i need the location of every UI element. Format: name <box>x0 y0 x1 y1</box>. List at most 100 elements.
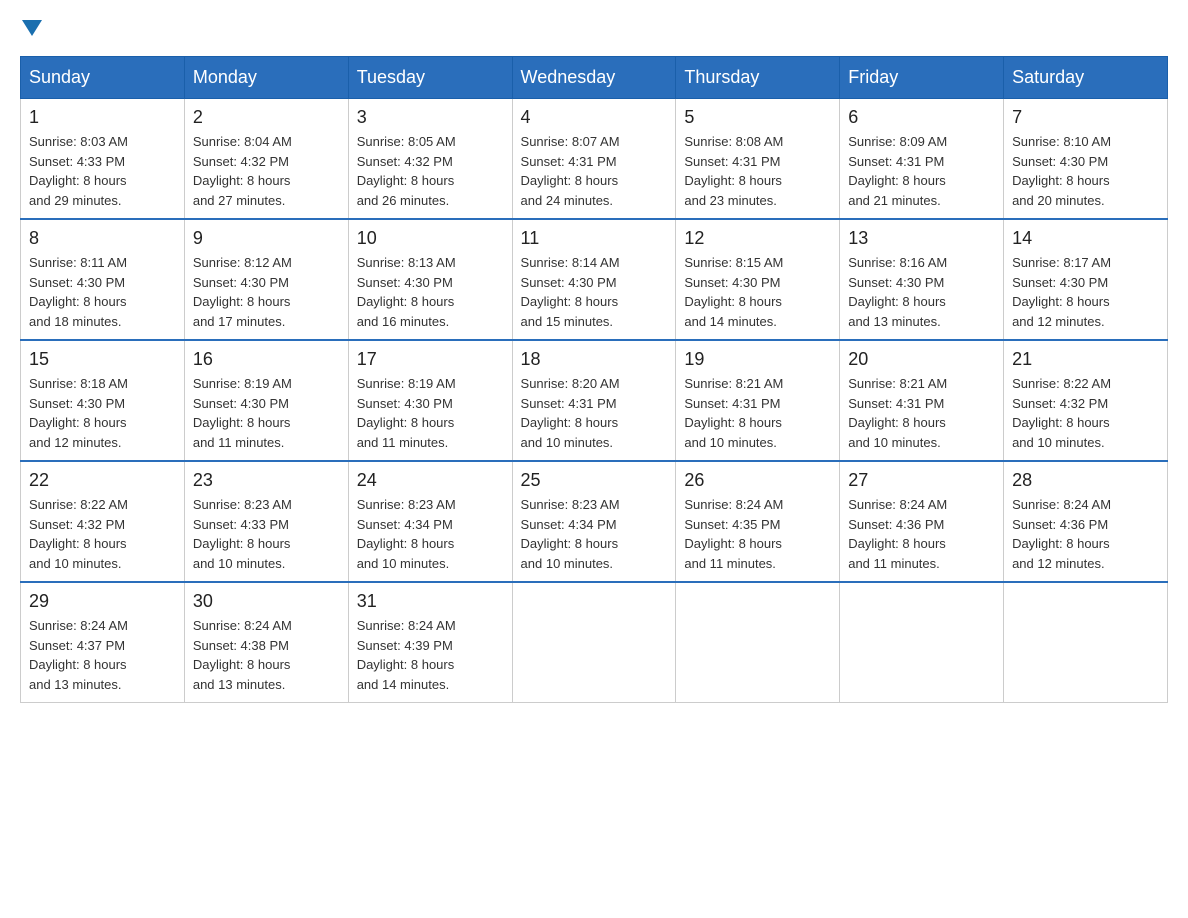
calendar-header-saturday: Saturday <box>1004 57 1168 99</box>
day-number: 28 <box>1012 470 1159 491</box>
calendar-week-row: 22 Sunrise: 8:22 AM Sunset: 4:32 PM Dayl… <box>21 461 1168 582</box>
calendar-cell: 14 Sunrise: 8:17 AM Sunset: 4:30 PM Dayl… <box>1004 219 1168 340</box>
day-number: 3 <box>357 107 504 128</box>
calendar-cell: 20 Sunrise: 8:21 AM Sunset: 4:31 PM Dayl… <box>840 340 1004 461</box>
day-info: Sunrise: 8:21 AM Sunset: 4:31 PM Dayligh… <box>848 374 995 452</box>
calendar-cell <box>676 582 840 703</box>
day-number: 11 <box>521 228 668 249</box>
day-number: 5 <box>684 107 831 128</box>
day-number: 17 <box>357 349 504 370</box>
day-number: 20 <box>848 349 995 370</box>
calendar-cell: 17 Sunrise: 8:19 AM Sunset: 4:30 PM Dayl… <box>348 340 512 461</box>
calendar-cell: 2 Sunrise: 8:04 AM Sunset: 4:32 PM Dayli… <box>184 99 348 220</box>
calendar-cell: 6 Sunrise: 8:09 AM Sunset: 4:31 PM Dayli… <box>840 99 1004 220</box>
day-info: Sunrise: 8:19 AM Sunset: 4:30 PM Dayligh… <box>357 374 504 452</box>
calendar-cell: 11 Sunrise: 8:14 AM Sunset: 4:30 PM Dayl… <box>512 219 676 340</box>
day-info: Sunrise: 8:11 AM Sunset: 4:30 PM Dayligh… <box>29 253 176 331</box>
day-number: 24 <box>357 470 504 491</box>
day-number: 10 <box>357 228 504 249</box>
day-info: Sunrise: 8:07 AM Sunset: 4:31 PM Dayligh… <box>521 132 668 210</box>
day-info: Sunrise: 8:24 AM Sunset: 4:35 PM Dayligh… <box>684 495 831 573</box>
day-info: Sunrise: 8:15 AM Sunset: 4:30 PM Dayligh… <box>684 253 831 331</box>
day-info: Sunrise: 8:03 AM Sunset: 4:33 PM Dayligh… <box>29 132 176 210</box>
logo <box>20 20 42 36</box>
day-info: Sunrise: 8:16 AM Sunset: 4:30 PM Dayligh… <box>848 253 995 331</box>
calendar-cell: 28 Sunrise: 8:24 AM Sunset: 4:36 PM Dayl… <box>1004 461 1168 582</box>
day-number: 12 <box>684 228 831 249</box>
day-number: 15 <box>29 349 176 370</box>
day-info: Sunrise: 8:13 AM Sunset: 4:30 PM Dayligh… <box>357 253 504 331</box>
calendar-cell: 22 Sunrise: 8:22 AM Sunset: 4:32 PM Dayl… <box>21 461 185 582</box>
day-number: 4 <box>521 107 668 128</box>
calendar-week-row: 15 Sunrise: 8:18 AM Sunset: 4:30 PM Dayl… <box>21 340 1168 461</box>
calendar-week-row: 1 Sunrise: 8:03 AM Sunset: 4:33 PM Dayli… <box>21 99 1168 220</box>
day-number: 1 <box>29 107 176 128</box>
day-number: 13 <box>848 228 995 249</box>
calendar-cell: 15 Sunrise: 8:18 AM Sunset: 4:30 PM Dayl… <box>21 340 185 461</box>
day-number: 6 <box>848 107 995 128</box>
day-number: 8 <box>29 228 176 249</box>
day-info: Sunrise: 8:24 AM Sunset: 4:36 PM Dayligh… <box>1012 495 1159 573</box>
day-number: 14 <box>1012 228 1159 249</box>
day-info: Sunrise: 8:21 AM Sunset: 4:31 PM Dayligh… <box>684 374 831 452</box>
day-number: 23 <box>193 470 340 491</box>
calendar-cell: 16 Sunrise: 8:19 AM Sunset: 4:30 PM Dayl… <box>184 340 348 461</box>
day-number: 27 <box>848 470 995 491</box>
day-info: Sunrise: 8:14 AM Sunset: 4:30 PM Dayligh… <box>521 253 668 331</box>
day-number: 16 <box>193 349 340 370</box>
day-info: Sunrise: 8:24 AM Sunset: 4:39 PM Dayligh… <box>357 616 504 694</box>
day-info: Sunrise: 8:23 AM Sunset: 4:34 PM Dayligh… <box>521 495 668 573</box>
day-info: Sunrise: 8:23 AM Sunset: 4:33 PM Dayligh… <box>193 495 340 573</box>
day-number: 30 <box>193 591 340 612</box>
day-number: 31 <box>357 591 504 612</box>
calendar-cell: 12 Sunrise: 8:15 AM Sunset: 4:30 PM Dayl… <box>676 219 840 340</box>
day-info: Sunrise: 8:18 AM Sunset: 4:30 PM Dayligh… <box>29 374 176 452</box>
calendar-cell: 7 Sunrise: 8:10 AM Sunset: 4:30 PM Dayli… <box>1004 99 1168 220</box>
calendar-header-tuesday: Tuesday <box>348 57 512 99</box>
calendar-header-sunday: Sunday <box>21 57 185 99</box>
day-number: 7 <box>1012 107 1159 128</box>
day-info: Sunrise: 8:08 AM Sunset: 4:31 PM Dayligh… <box>684 132 831 210</box>
calendar-cell: 13 Sunrise: 8:16 AM Sunset: 4:30 PM Dayl… <box>840 219 1004 340</box>
day-info: Sunrise: 8:23 AM Sunset: 4:34 PM Dayligh… <box>357 495 504 573</box>
calendar-cell: 19 Sunrise: 8:21 AM Sunset: 4:31 PM Dayl… <box>676 340 840 461</box>
calendar-cell: 8 Sunrise: 8:11 AM Sunset: 4:30 PM Dayli… <box>21 219 185 340</box>
calendar-cell <box>1004 582 1168 703</box>
calendar-header-thursday: Thursday <box>676 57 840 99</box>
calendar-cell: 4 Sunrise: 8:07 AM Sunset: 4:31 PM Dayli… <box>512 99 676 220</box>
day-info: Sunrise: 8:10 AM Sunset: 4:30 PM Dayligh… <box>1012 132 1159 210</box>
day-info: Sunrise: 8:12 AM Sunset: 4:30 PM Dayligh… <box>193 253 340 331</box>
day-info: Sunrise: 8:20 AM Sunset: 4:31 PM Dayligh… <box>521 374 668 452</box>
day-info: Sunrise: 8:24 AM Sunset: 4:38 PM Dayligh… <box>193 616 340 694</box>
day-info: Sunrise: 8:19 AM Sunset: 4:30 PM Dayligh… <box>193 374 340 452</box>
calendar-week-row: 8 Sunrise: 8:11 AM Sunset: 4:30 PM Dayli… <box>21 219 1168 340</box>
calendar-cell: 5 Sunrise: 8:08 AM Sunset: 4:31 PM Dayli… <box>676 99 840 220</box>
calendar-cell: 3 Sunrise: 8:05 AM Sunset: 4:32 PM Dayli… <box>348 99 512 220</box>
calendar-cell: 27 Sunrise: 8:24 AM Sunset: 4:36 PM Dayl… <box>840 461 1004 582</box>
calendar-week-row: 29 Sunrise: 8:24 AM Sunset: 4:37 PM Dayl… <box>21 582 1168 703</box>
calendar-cell: 31 Sunrise: 8:24 AM Sunset: 4:39 PM Dayl… <box>348 582 512 703</box>
day-info: Sunrise: 8:17 AM Sunset: 4:30 PM Dayligh… <box>1012 253 1159 331</box>
day-info: Sunrise: 8:22 AM Sunset: 4:32 PM Dayligh… <box>29 495 176 573</box>
calendar-header-wednesday: Wednesday <box>512 57 676 99</box>
calendar-cell: 25 Sunrise: 8:23 AM Sunset: 4:34 PM Dayl… <box>512 461 676 582</box>
calendar-cell: 1 Sunrise: 8:03 AM Sunset: 4:33 PM Dayli… <box>21 99 185 220</box>
calendar-cell: 26 Sunrise: 8:24 AM Sunset: 4:35 PM Dayl… <box>676 461 840 582</box>
calendar-cell <box>840 582 1004 703</box>
day-info: Sunrise: 8:09 AM Sunset: 4:31 PM Dayligh… <box>848 132 995 210</box>
day-number: 9 <box>193 228 340 249</box>
day-number: 2 <box>193 107 340 128</box>
day-number: 18 <box>521 349 668 370</box>
day-number: 26 <box>684 470 831 491</box>
calendar-cell: 9 Sunrise: 8:12 AM Sunset: 4:30 PM Dayli… <box>184 219 348 340</box>
calendar-cell: 29 Sunrise: 8:24 AM Sunset: 4:37 PM Dayl… <box>21 582 185 703</box>
logo-triangle-icon <box>22 20 42 36</box>
day-number: 29 <box>29 591 176 612</box>
day-number: 21 <box>1012 349 1159 370</box>
day-info: Sunrise: 8:24 AM Sunset: 4:37 PM Dayligh… <box>29 616 176 694</box>
calendar-table: SundayMondayTuesdayWednesdayThursdayFrid… <box>20 56 1168 703</box>
day-info: Sunrise: 8:24 AM Sunset: 4:36 PM Dayligh… <box>848 495 995 573</box>
calendar-cell: 21 Sunrise: 8:22 AM Sunset: 4:32 PM Dayl… <box>1004 340 1168 461</box>
calendar-header-friday: Friday <box>840 57 1004 99</box>
calendar-cell: 10 Sunrise: 8:13 AM Sunset: 4:30 PM Dayl… <box>348 219 512 340</box>
